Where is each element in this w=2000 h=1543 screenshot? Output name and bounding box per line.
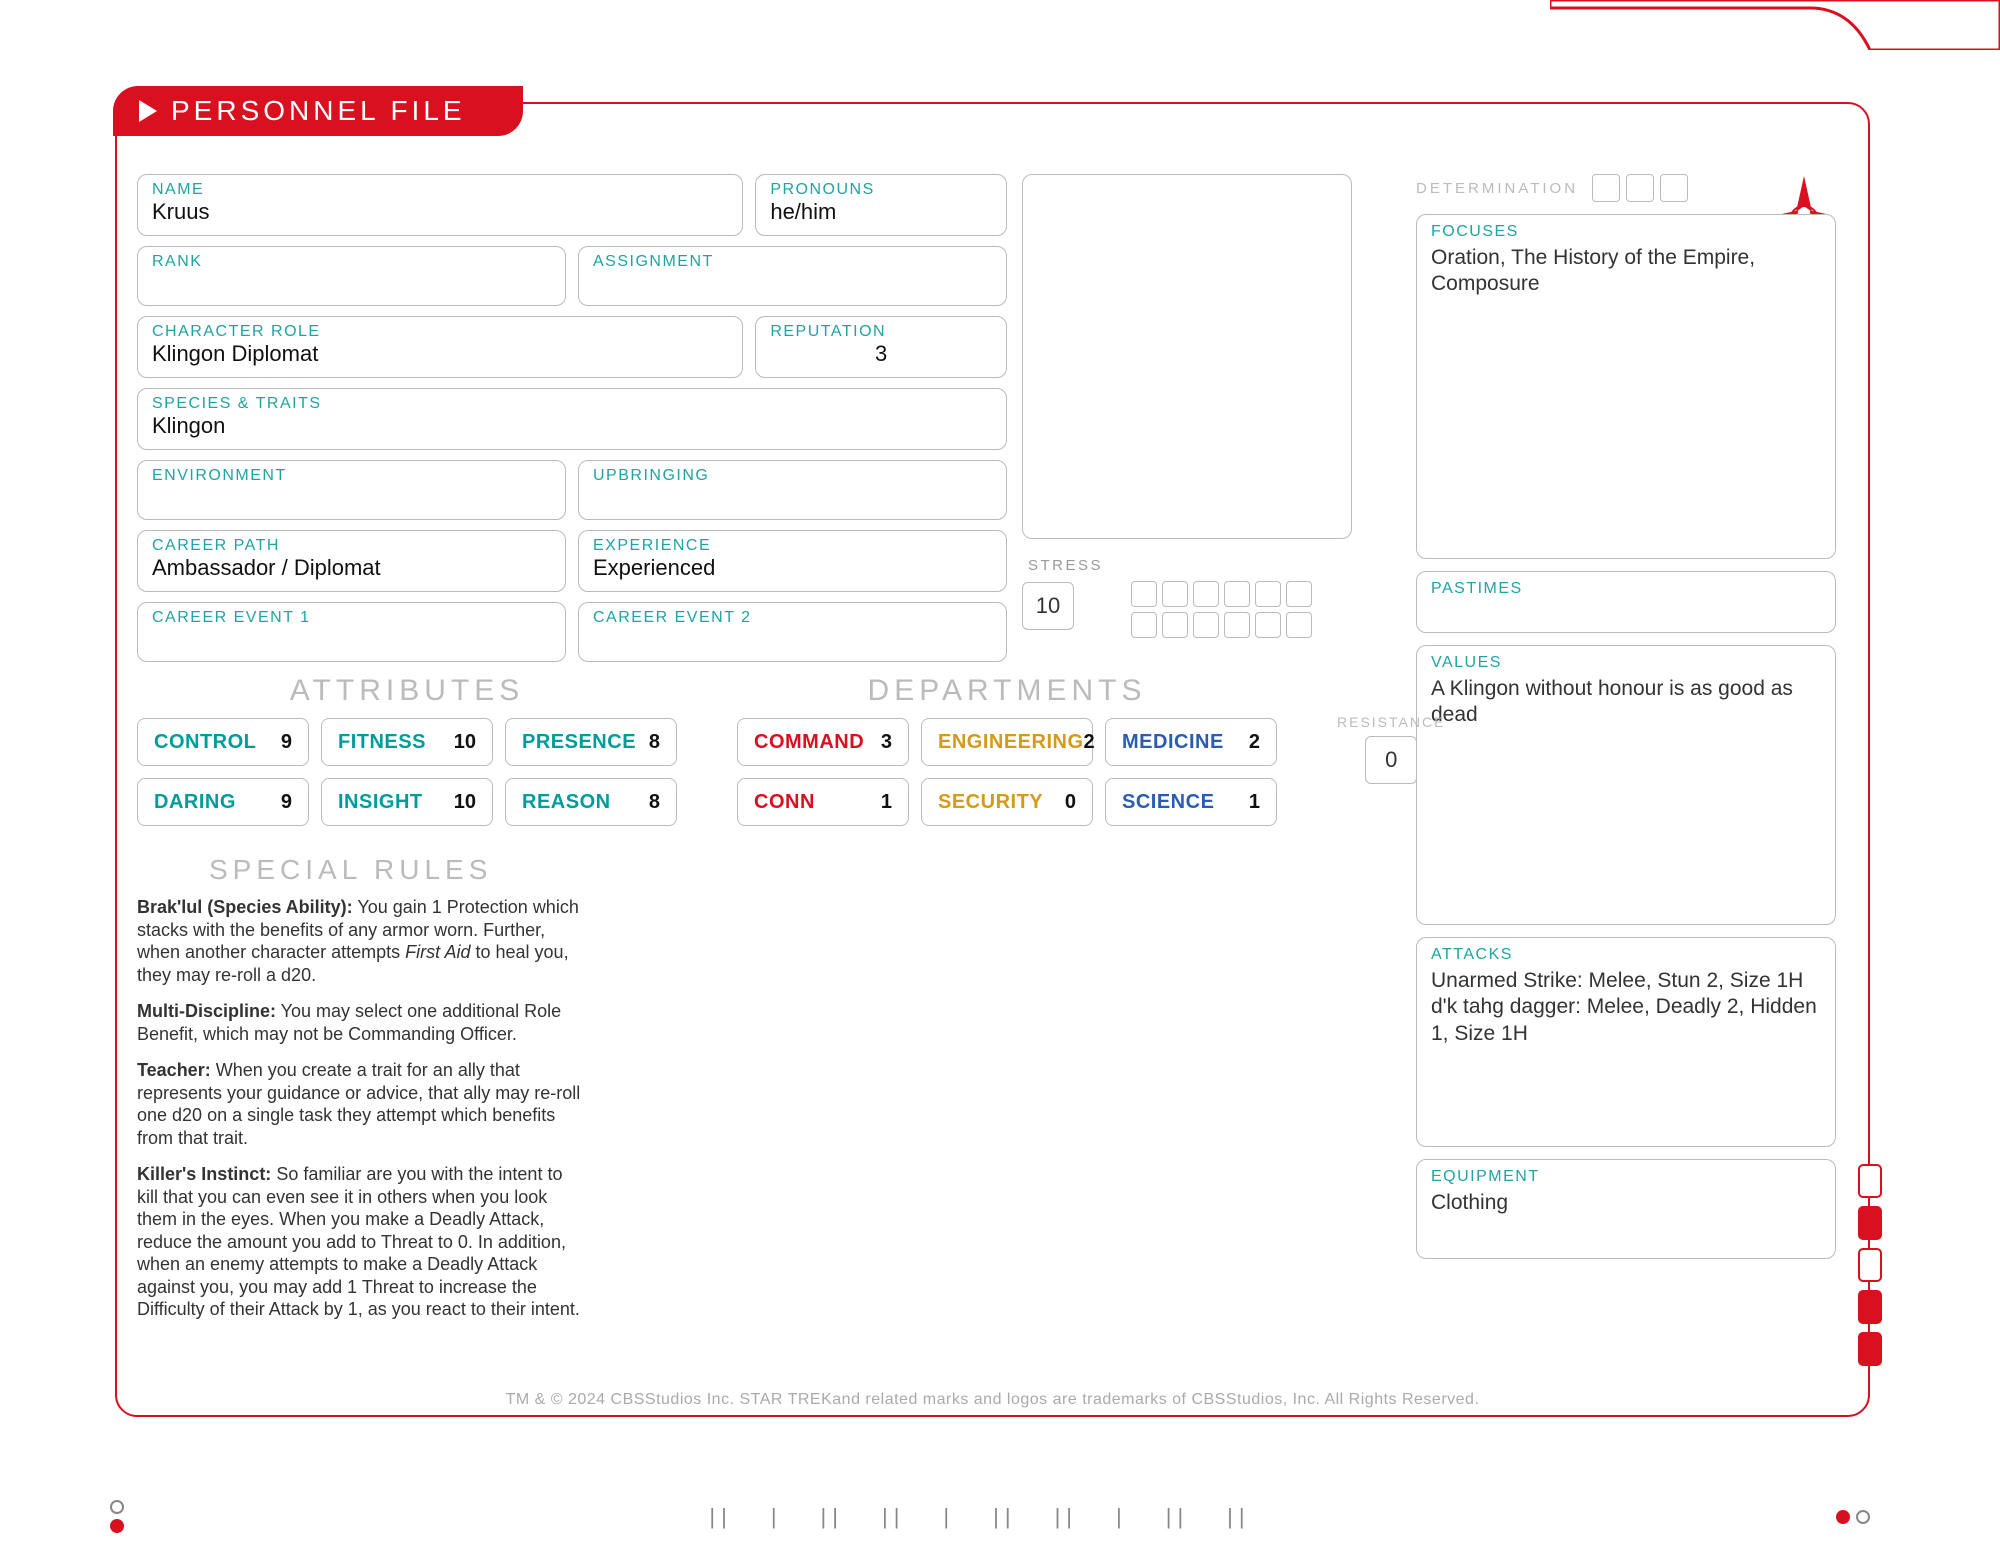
special-rule: Teacher: When you create a trait for an …: [137, 1059, 587, 1149]
attributes-heading: ATTRIBUTES: [137, 674, 677, 708]
assignment-field[interactable]: ASSIGNMENT: [578, 246, 1007, 306]
top-corner-decor: [1550, 0, 2000, 50]
career-event-2-field[interactable]: CAREER EVENT 2: [578, 602, 1007, 662]
focuses-box[interactable]: FOCUSES Oration, The History of the Empi…: [1416, 214, 1836, 559]
attacks-box[interactable]: ATTACKS Unarmed Strike: Melee, Stun 2, S…: [1416, 937, 1836, 1147]
values-box[interactable]: VALUES A Klingon without honour is as go…: [1416, 645, 1836, 925]
determination-label: DETERMINATION: [1416, 180, 1578, 197]
header-tab: PERSONNEL FILE: [113, 86, 523, 136]
special-rule: Multi-Discipline: You may select one add…: [137, 1000, 587, 1045]
special-rule: Killer's Instinct: So familiar are you w…: [137, 1163, 587, 1321]
department-security[interactable]: SECURITY0: [921, 778, 1093, 826]
attribute-insight[interactable]: INSIGHT10: [321, 778, 493, 826]
reputation-field[interactable]: REPUTATION 3: [755, 316, 1007, 378]
department-conn[interactable]: CONN1: [737, 778, 909, 826]
equipment-box[interactable]: EQUIPMENT Clothing: [1416, 1159, 1836, 1259]
sheet-frame: PERSONNEL FILE NAME Kruus PRONOUNS he/hi…: [115, 102, 1870, 1417]
special-rules: SPECIAL RULES Brak'lul (Species Ability)…: [137, 854, 587, 1335]
career-event-1-field[interactable]: CAREER EVENT 1: [137, 602, 566, 662]
attribute-control[interactable]: CONTROL9: [137, 718, 309, 766]
resistance-value[interactable]: 0: [1365, 736, 1417, 784]
attributes-grid: CONTROL9FITNESS10PRESENCE8 DARING9INSIGHT…: [137, 718, 677, 826]
bottom-marks: |||||||||||||||||: [110, 1500, 1870, 1533]
stress-value[interactable]: 10: [1022, 582, 1074, 630]
right-column: DETERMINATION FOCUSES Oration, The Histo…: [1416, 174, 1836, 1271]
department-science[interactable]: SCIENCE1: [1105, 778, 1277, 826]
rank-field[interactable]: RANK: [137, 246, 566, 306]
species-traits-field[interactable]: SPECIES & TRAITS Klingon: [137, 388, 1007, 450]
stats-area: ATTRIBUTES CONTROL9FITNESS10PRESENCE8 DAR…: [137, 674, 1357, 826]
portrait-box: [1022, 174, 1352, 539]
special-rule: Brak'lul (Species Ability): You gain 1 P…: [137, 896, 587, 986]
attribute-daring[interactable]: DARING9: [137, 778, 309, 826]
pronouns-field[interactable]: PRONOUNS he/him: [755, 174, 1007, 236]
departments-heading: DEPARTMENTS: [737, 674, 1277, 708]
side-tabs: [1858, 1164, 1882, 1366]
career-path-field[interactable]: CAREER PATH Ambassador / Diplomat: [137, 530, 566, 592]
upbringing-field[interactable]: UPBRINGING: [578, 460, 1007, 520]
left-column: NAME Kruus PRONOUNS he/him RANK ASSIGNME…: [137, 174, 1007, 672]
department-engineering[interactable]: ENGINEERING2: [921, 718, 1093, 766]
resistance-label: RESISTANCE: [1337, 714, 1445, 730]
copyright-footer: TM & © 2024 CBSStudios Inc. STAR TREKand…: [117, 1391, 1868, 1409]
character-role-field[interactable]: CHARACTER ROLE Klingon Diplomat: [137, 316, 743, 378]
pastimes-box[interactable]: PASTIMES: [1416, 571, 1836, 633]
department-command[interactable]: COMMAND3: [737, 718, 909, 766]
departments-grid: COMMAND3ENGINEERING2MEDICINE2 CONN1SECURI…: [737, 718, 1277, 826]
determination-track[interactable]: [1592, 174, 1688, 202]
header-title: PERSONNEL FILE: [171, 95, 466, 127]
department-medicine[interactable]: MEDICINE2: [1105, 718, 1277, 766]
stress-track[interactable]: [1131, 581, 1312, 638]
name-field[interactable]: NAME Kruus: [137, 174, 743, 236]
middle-column: STRESS 10: [1022, 174, 1352, 638]
stress-label: STRESS: [1022, 557, 1103, 574]
attribute-presence[interactable]: PRESENCE8: [505, 718, 677, 766]
play-icon: [139, 100, 157, 122]
experience-field[interactable]: EXPERIENCE Experienced: [578, 530, 1007, 592]
attribute-fitness[interactable]: FITNESS10: [321, 718, 493, 766]
attribute-reason[interactable]: REASON8: [505, 778, 677, 826]
environment-field[interactable]: ENVIRONMENT: [137, 460, 566, 520]
